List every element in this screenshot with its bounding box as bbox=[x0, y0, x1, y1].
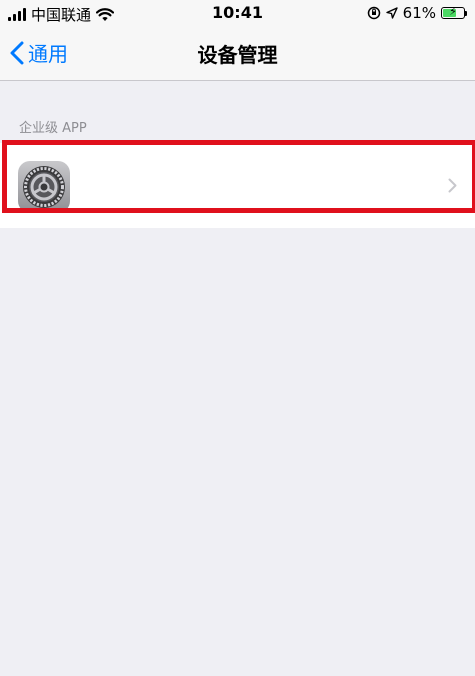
chevron-left-icon bbox=[10, 41, 24, 64]
settings-gear-icon bbox=[18, 161, 70, 213]
battery-charging-icon: ⚡ bbox=[441, 5, 467, 19]
navigation-bar: 通用 设备管理 bbox=[0, 26, 475, 81]
section-header: 企业级 APP bbox=[19, 121, 87, 136]
battery-percent: 61% bbox=[402, 4, 436, 22]
back-label: 通用 bbox=[28, 42, 68, 66]
location-icon bbox=[385, 7, 398, 19]
back-button[interactable]: 通用 bbox=[10, 38, 68, 67]
chevron-right-icon bbox=[448, 178, 457, 193]
orientation-lock-icon bbox=[367, 6, 380, 20]
enterprise-app-row[interactable] bbox=[0, 143, 475, 228]
status-right: 61% ⚡ bbox=[367, 4, 467, 22]
status-bar: 中国联通 10:41 61% ⚡ bbox=[0, 0, 475, 26]
page-title: 设备管理 bbox=[197, 43, 278, 67]
